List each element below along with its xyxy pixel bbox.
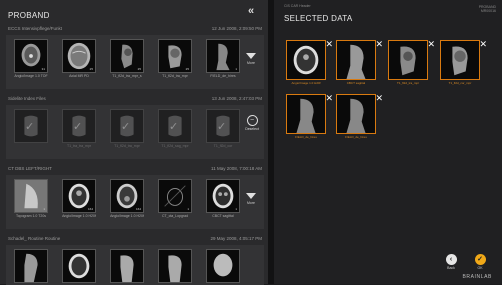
selected-series[interactable]: ✕ [440,39,487,80]
selected-series[interactable]: ✕ [286,39,333,80]
patient-info: PROBAND MR00016 [478,5,496,13]
study-name: Schadel_ Routine Routine [8,236,61,241]
series-thumb[interactable]: 164 [62,179,96,213]
selected-series[interactable]: ✕ [336,39,383,80]
chevron-down-icon [246,193,256,199]
collapse-panel-button[interactable]: « [248,5,254,17]
study-date: 13 Jun 2008, 2:47:03 PM [211,96,262,101]
study-name: ECCS Intensivpflege/Funkt [8,26,63,31]
study-date: 12 Jun 2008, 2:09:50 PM [211,26,262,31]
study-name: CT DBS LEFT/RIGHT [8,166,52,171]
selected-data-panel: CIS CAR Header SELECTED DATA PROBAND MR0… [274,0,502,284]
checkmark-icon: ✓ [217,121,227,133]
study-1: ECCS Intensivpflege/Funkt 12 Jun 2008, 2… [6,26,264,89]
panel-title: PROBAND [8,11,50,20]
remove-icon[interactable]: ✕ [325,39,333,50]
remove-icon[interactable]: ✕ [427,39,435,50]
series-thumb[interactable] [110,249,144,283]
series-thumb[interactable]: 1 [158,179,192,213]
study-series-row: 31 Angio/Image 1.0 TOF 25 Axial MR PD 25… [6,35,264,89]
study-4: Schadel_ Routine Routine 29 May 2008, 4:… [6,236,264,285]
study-series-row: 1 Topogram 1.0 T20s 164 Angio/Image 1.0 … [6,175,264,229]
selected-series[interactable]: ✕ [336,93,383,134]
series-thumb[interactable]: 25 [110,39,144,73]
study-2: Sidelite Index Files 13 Jun 2008, 2:47:0… [6,96,264,159]
series-thumb[interactable]: 25 [62,39,96,73]
header-label: CIS CAR Header [284,4,311,8]
series-thumb[interactable]: ✓ [62,109,96,143]
series-thumb[interactable] [206,249,240,283]
series-thumb[interactable]: 1 [206,39,240,73]
more-button[interactable]: More [244,53,258,65]
ok-button[interactable]: ✓ OK [471,254,489,270]
series-thumb[interactable]: ✓ [206,109,240,143]
brand-logo: BRAINLAB [462,274,492,280]
selected-series[interactable]: ✕ [388,39,435,80]
series-thumb[interactable] [14,249,48,283]
series-thumb[interactable]: 25 [158,39,192,73]
series-thumb[interactable]: 1 [14,179,48,213]
checkmark-icon: ✓ [73,121,83,133]
proband-panel: PROBAND « ECCS Intensivpflege/Funkt 12 J… [0,0,268,285]
series-thumb[interactable] [158,249,192,283]
more-button[interactable]: More [244,193,258,205]
back-button[interactable]: ‹ Back [442,254,460,270]
study-name: Sidelite Index Files [8,96,46,101]
study-date: 29 May 2008, 4:05:17 PM [210,236,262,241]
selected-series[interactable]: ✕ [286,93,333,134]
remove-icon[interactable]: ✕ [325,93,333,104]
checkmark-icon: ✓ [121,121,131,133]
study-series-row [6,245,264,285]
series-thumb[interactable] [62,249,96,283]
series-thumb[interactable]: ✓ [158,109,192,143]
checkmark-icon: ✓ [169,121,179,133]
series-thumb[interactable]: 1 [206,179,240,213]
remove-icon[interactable]: ✕ [479,39,487,50]
study-3: CT DBS LEFT/RIGHT 11 May 2008, 7:00:18 A… [6,166,264,229]
chevron-down-icon [246,53,256,59]
series-thumb[interactable]: 31 [14,39,48,73]
study-series-row: ✓ ✓ T1_tra_tra_mpr ✓ T1_fl2d_tra_mpr ✓ T… [6,105,264,159]
panel-title: SELECTED DATA [284,14,353,23]
back-arrow-icon: ‹ [445,254,457,265]
series-thumb[interactable]: 164 [110,179,144,213]
series-thumb[interactable]: ✓ [14,109,48,143]
deselect-button[interactable]: − Deselect [244,115,260,131]
remove-icon[interactable]: ✕ [375,39,383,50]
study-date: 11 May 2008, 7:00:18 AM [211,166,262,171]
minus-icon: − [246,115,258,126]
series-thumb[interactable]: ✓ [110,109,144,143]
remove-icon[interactable]: ✕ [375,93,383,104]
checkmark-icon: ✓ [474,254,486,265]
checkmark-icon: ✓ [25,121,35,133]
